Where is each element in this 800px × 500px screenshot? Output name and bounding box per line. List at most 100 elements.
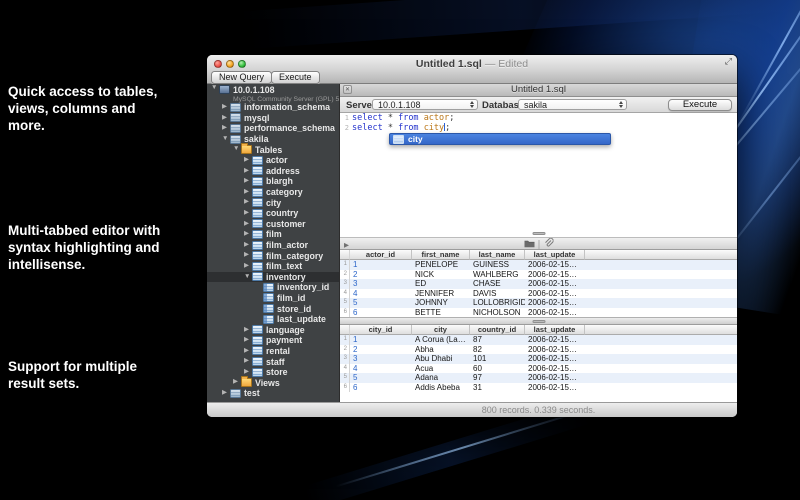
editor-tab-bar[interactable]: Untitled 1.sql [340,84,737,97]
tree-item-language[interactable]: ▶language [207,324,339,335]
tree-item-country[interactable]: ▶country [207,208,339,219]
result-row[interactable]: 22NICKWAHLBERG2006-02-15… [340,270,737,280]
tree-item-inventory-id[interactable]: inventory_id [207,282,339,293]
column-icon [263,283,274,292]
execute-query-button[interactable]: Execute [668,99,732,111]
result-row[interactable]: 55JOHNNYLOLLOBRIGIDA2006-02-15… [340,298,737,308]
sql-editor[interactable]: 1select * from actor;2select * from city… [340,113,737,237]
tab-title[interactable]: Untitled 1.sql [340,84,737,96]
result-row[interactable]: 55Adana972006-02-15… [340,373,737,383]
autocomplete-item[interactable]: city [408,134,423,144]
tree-item-staff[interactable]: ▶staff [207,356,339,367]
disclosure-icon[interactable]: ▼ [244,274,252,281]
tree-item-payment[interactable]: ▶payment [207,335,339,346]
disclosure-icon[interactable]: ▶ [244,327,252,334]
result-row[interactable]: 11PENELOPEGUINESS2006-02-15… [340,260,737,270]
disclosure-icon[interactable]: ▶ [222,125,230,132]
result-splitter[interactable] [340,317,737,325]
disclosure-icon[interactable]: ▼ [222,136,230,143]
attach-button[interactable] [539,239,557,250]
disclosure-icon[interactable]: ▶ [244,369,252,376]
disclosure-icon[interactable]: ▶ [244,348,252,355]
column-header-last_update[interactable]: last_update [525,250,585,260]
tree-item-blargh[interactable]: ▶blargh [207,176,339,187]
result-row[interactable]: 66BETTENICHOLSON2006-02-15… [340,308,737,318]
table-icon [252,346,263,355]
tree-item-information-schema[interactable]: ▶information_schema [207,102,339,113]
disclosure-icon[interactable]: ▼ [211,85,219,92]
schema-sidebar[interactable]: ▼10.0.1.108MySQL Community Server (GPL) … [207,84,340,402]
tree-item-tables[interactable]: ▼Tables [207,144,339,155]
tree-item-label: store_id [277,304,311,314]
disclosure-icon[interactable]: ▶ [244,242,252,249]
tree-item-film-id[interactable]: film_id [207,293,339,304]
result-row[interactable]: 44Acua602006-02-15… [340,364,737,374]
disclosure-icon[interactable]: ▶ [244,210,252,217]
execute-toolbar-button[interactable]: Execute [271,71,320,84]
tree-item-actor[interactable]: ▶actor [207,155,339,166]
column-header-city[interactable]: city [412,325,470,335]
result-row[interactable]: 11A Corua (La…872006-02-15… [340,335,737,345]
tree-item-sakila[interactable]: ▼sakila [207,134,339,145]
tree-item-inventory[interactable]: ▼inventory [207,272,339,283]
server-select[interactable]: 10.0.1.108 [372,99,478,110]
result-row[interactable]: 33Abu Dhabi1012006-02-15… [340,354,737,364]
splitter-handle[interactable] [532,320,545,323]
disclosure-icon[interactable]: ▶ [244,358,252,365]
tree-item-film-text[interactable]: ▶film_text [207,261,339,272]
tree-item-performance-schema[interactable]: ▶performance_schema [207,123,339,134]
disclosure-icon[interactable]: ▶ [244,221,252,228]
new-query-button[interactable]: New Query [211,71,272,84]
tree-item-film[interactable]: ▶ film [207,229,339,240]
result-row[interactable]: 22Abha822006-02-15… [340,345,737,355]
tree-item-label: film [266,229,282,239]
disclosure-icon[interactable]: ▶ [222,115,230,122]
tree-item-rental[interactable]: ▶rental [207,346,339,357]
tree-item-address[interactable]: ▶address [207,166,339,177]
disclosure-icon[interactable]: ▶ [244,199,252,206]
column-header-actor_id[interactable]: actor_id [350,250,412,260]
disclosure-icon[interactable]: ▶ [233,379,241,386]
disclosure-icon[interactable]: ▶ [244,231,252,238]
tree-item-film-actor[interactable]: ▶film_actor [207,240,339,251]
table-icon [252,262,263,271]
tree-item-last-update[interactable]: last_update [207,314,339,325]
disclosure-icon[interactable]: ▶ [344,241,349,249]
disclosure-icon[interactable]: ▼ [233,146,241,153]
tree-item-store-id[interactable]: store_id [207,303,339,314]
tab-close-icon[interactable] [343,85,352,94]
tree-item-mysql[interactable]: ▶mysql [207,113,339,124]
database-select[interactable]: sakila [518,99,627,110]
disclosure-icon[interactable]: ▶ [244,252,252,259]
result-row[interactable]: 44JENNIFERDAVIS2006-02-15… [340,289,737,299]
tree-item-category[interactable]: ▶category [207,187,339,198]
column-header-last_update[interactable]: last_update [525,325,585,335]
disclosure-icon[interactable]: ▶ [244,168,252,175]
title-bar[interactable]: Untitled 1.sql— Edited ⤢ New Query Execu… [207,55,737,84]
column-header-country_id[interactable]: country_id [470,325,525,335]
disclosure-icon[interactable]: ▶ [244,178,252,185]
column-header-first_name[interactable]: first_name [412,250,470,260]
tree-item-store[interactable]: ▶store [207,367,339,378]
export-button[interactable] [520,239,538,250]
tree-item-customer[interactable]: ▶customer [207,219,339,230]
disclosure-icon[interactable]: ▶ [222,104,230,111]
disclosure-icon[interactable]: ▶ [244,157,252,164]
result-row[interactable]: 33EDCHASE2006-02-15… [340,279,737,289]
disclosure-icon[interactable]: ▶ [244,337,252,344]
tree-item-10-0-1-108[interactable]: ▼10.0.1.108MySQL Community Server (GPL) … [207,84,339,102]
fullscreen-icon[interactable]: ⤢ [725,56,732,67]
table-icon [252,177,263,186]
disclosure-icon[interactable]: ▶ [244,189,252,196]
tree-item-city[interactable]: ▶city [207,197,339,208]
database-icon [230,135,241,144]
result-row[interactable]: 66Addis Abeba312006-02-15… [340,383,737,393]
column-header-city_id[interactable]: city_id [350,325,412,335]
result-cell: Adana [412,373,470,383]
disclosure-icon[interactable]: ▶ [222,390,230,397]
tree-item-film-category[interactable]: ▶film_category [207,250,339,261]
disclosure-icon[interactable]: ▶ [244,263,252,270]
column-header-last_name[interactable]: last_name [470,250,525,260]
tree-item-views[interactable]: ▶Views [207,377,339,388]
tree-item-test[interactable]: ▶test [207,388,339,399]
